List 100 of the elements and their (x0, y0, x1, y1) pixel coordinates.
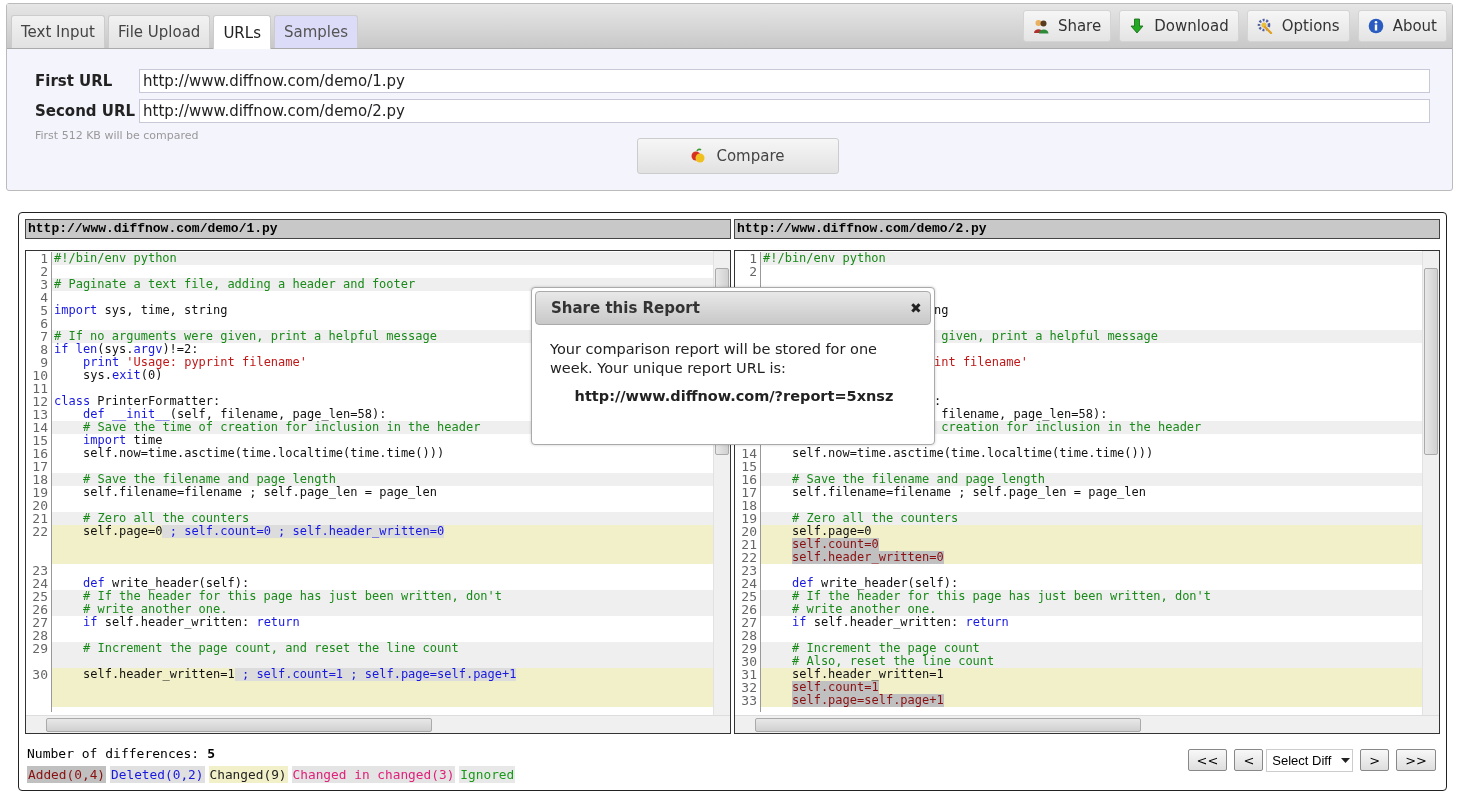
line-number: 15 (32, 433, 48, 448)
down-arrow-icon (1129, 18, 1146, 34)
line-number: 20 (741, 524, 757, 539)
line-number: 22 (741, 550, 757, 565)
line-number: 11 (32, 381, 48, 396)
toolbar-button[interactable]: Download (1119, 10, 1239, 42)
line-number: 18 (741, 498, 757, 513)
line-number: 15 (741, 459, 757, 474)
line-number: 7 (40, 329, 48, 344)
code-line: self.now=time.asctime(time.localtime(time.time())) (792, 447, 1154, 460)
code-line: class PrinterFormatter: (54, 395, 221, 408)
code-line: if self.header_written: return (83, 616, 300, 629)
legend-item: Changed in changed(3) (291, 766, 456, 783)
code-line: filename, page_len=58): (940, 408, 1108, 421)
summary-label: Number of differences: (27, 746, 200, 761)
line-number: 33 (741, 693, 757, 708)
legend-item: Changed(9) (208, 766, 288, 783)
line-number: 14 (741, 446, 757, 461)
tab[interactable]: Text Input (11, 15, 105, 48)
line-number: 12 (32, 394, 48, 409)
code-line: sys.exit(0) (83, 369, 163, 382)
url-field[interactable]: http://www.diffnow.com/demo/1.py (139, 69, 1430, 93)
last-diff-button[interactable]: >> (1396, 749, 1436, 771)
toolbar-button[interactable]: Share (1022, 10, 1112, 42)
line-number: 24 (32, 576, 48, 591)
previous-diff-button[interactable]: < (1234, 749, 1264, 771)
pane-title: http://www.diffnow.com/demo/2.py (734, 219, 1440, 239)
close-button[interactable]: ✖ (910, 300, 922, 316)
line-number: 14 (32, 420, 48, 435)
toolbar-button[interactable]: Options (1246, 10, 1350, 42)
line-number: 2 (749, 264, 757, 279)
vertical-scrollbar[interactable] (1422, 251, 1439, 716)
line-number: 24 (741, 576, 757, 591)
line-number: 16 (741, 472, 757, 487)
legend-item: Added(0,4) (27, 766, 107, 783)
line-number: 13 (32, 407, 48, 422)
line-number: 19 (32, 485, 48, 500)
line-number: 25 (32, 589, 48, 604)
code-line: self.page=0 ; self.count=0 ; self.header_written=0 (83, 525, 445, 538)
tab[interactable]: File Upload (107, 15, 211, 48)
code-line: self.now=time.asctime(time.localtime(time.time())) (83, 447, 445, 460)
code-line: if len(sys.argv)!=2: (54, 343, 199, 356)
legend-item: Deleted(0,2) (110, 766, 205, 783)
code-line: import time (83, 434, 163, 447)
horizontal-scrollbar[interactable] (735, 715, 1439, 733)
code-line: # Also, reset the line count (792, 655, 995, 668)
line-number: 8 (40, 342, 48, 357)
code-line: self.filename=filename ; self.page_len = page_len (83, 486, 437, 499)
gear-wrench-icon (1256, 18, 1273, 34)
code-line: #!/bin/env python (54, 252, 177, 265)
people-icon (1032, 18, 1049, 34)
line-number: 31 (741, 667, 757, 682)
compare-button[interactable]: Compare (636, 138, 839, 174)
code-line: # Zero all the counters (83, 512, 250, 525)
next-diff-button[interactable]: > (1360, 749, 1390, 771)
field-label: First URL (35, 72, 114, 90)
code-line: # If the header for this page has just been written, don't (83, 590, 503, 603)
line-number: 21 (32, 511, 48, 526)
difference-count: 5 (207, 746, 215, 761)
line-number: 10 (32, 368, 48, 383)
line-number: 17 (32, 459, 48, 474)
hint-text: First 512 KB will be compared (35, 129, 200, 142)
line-number: 4 (40, 290, 48, 305)
code-line: # Increment the page count, and reset the line count (83, 642, 459, 655)
tab[interactable]: URLs (213, 15, 271, 49)
report-url: http://www.diffnow.com/?report=5xnsz (573, 388, 895, 404)
line-number: 22 (32, 524, 48, 539)
line-number: 30 (32, 667, 48, 682)
code-line: self.page=0 (792, 525, 872, 538)
code-line: ng (934, 304, 949, 317)
line-number: 2 (40, 264, 48, 279)
toolbar-button[interactable]: About (1357, 10, 1447, 42)
dialog-message: Your comparison report will be stored for one week. Your unique report URL is: (550, 340, 879, 378)
line-number: 23 (32, 563, 48, 578)
field-label: Second URL (35, 102, 137, 120)
line-number: 3 (40, 277, 48, 292)
line-number: 19 (741, 511, 757, 526)
first-diff-button[interactable]: << (1187, 749, 1228, 771)
code-line: self.header_written=1 (792, 668, 944, 681)
tab[interactable]: Samples (273, 15, 359, 48)
horizontal-scrollbar[interactable] (26, 715, 730, 733)
info-icon (1367, 18, 1384, 34)
legend-item: Ignored (459, 766, 516, 783)
fruit-icon (690, 148, 707, 164)
url-field[interactable]: http://www.diffnow.com/demo/2.py (139, 99, 1430, 123)
code-line: def __init__(self, filename, page_len=58): (83, 408, 387, 421)
code-line: self.header_written=1 ; self.count=1 ; self.page=self.page+1 (83, 668, 517, 681)
line-number: 26 (32, 602, 48, 617)
code-line: # Save the filename and page length (83, 473, 336, 486)
line-number: 26 (741, 602, 757, 617)
line-number: 27 (741, 615, 757, 630)
line-number: 9 (40, 355, 48, 370)
code-line: self.filename=filename ; self.page_len = page_len (792, 486, 1146, 499)
line-number: 32 (741, 680, 757, 695)
line-number: 21 (741, 537, 757, 552)
line-number: 1 (749, 251, 757, 266)
diff-select[interactable]: Select Diff (1266, 749, 1354, 772)
dropdown-caret-icon (1341, 758, 1351, 763)
dialog-title: Share this Report (551, 299, 700, 317)
code-line: # write another one. (83, 603, 228, 616)
